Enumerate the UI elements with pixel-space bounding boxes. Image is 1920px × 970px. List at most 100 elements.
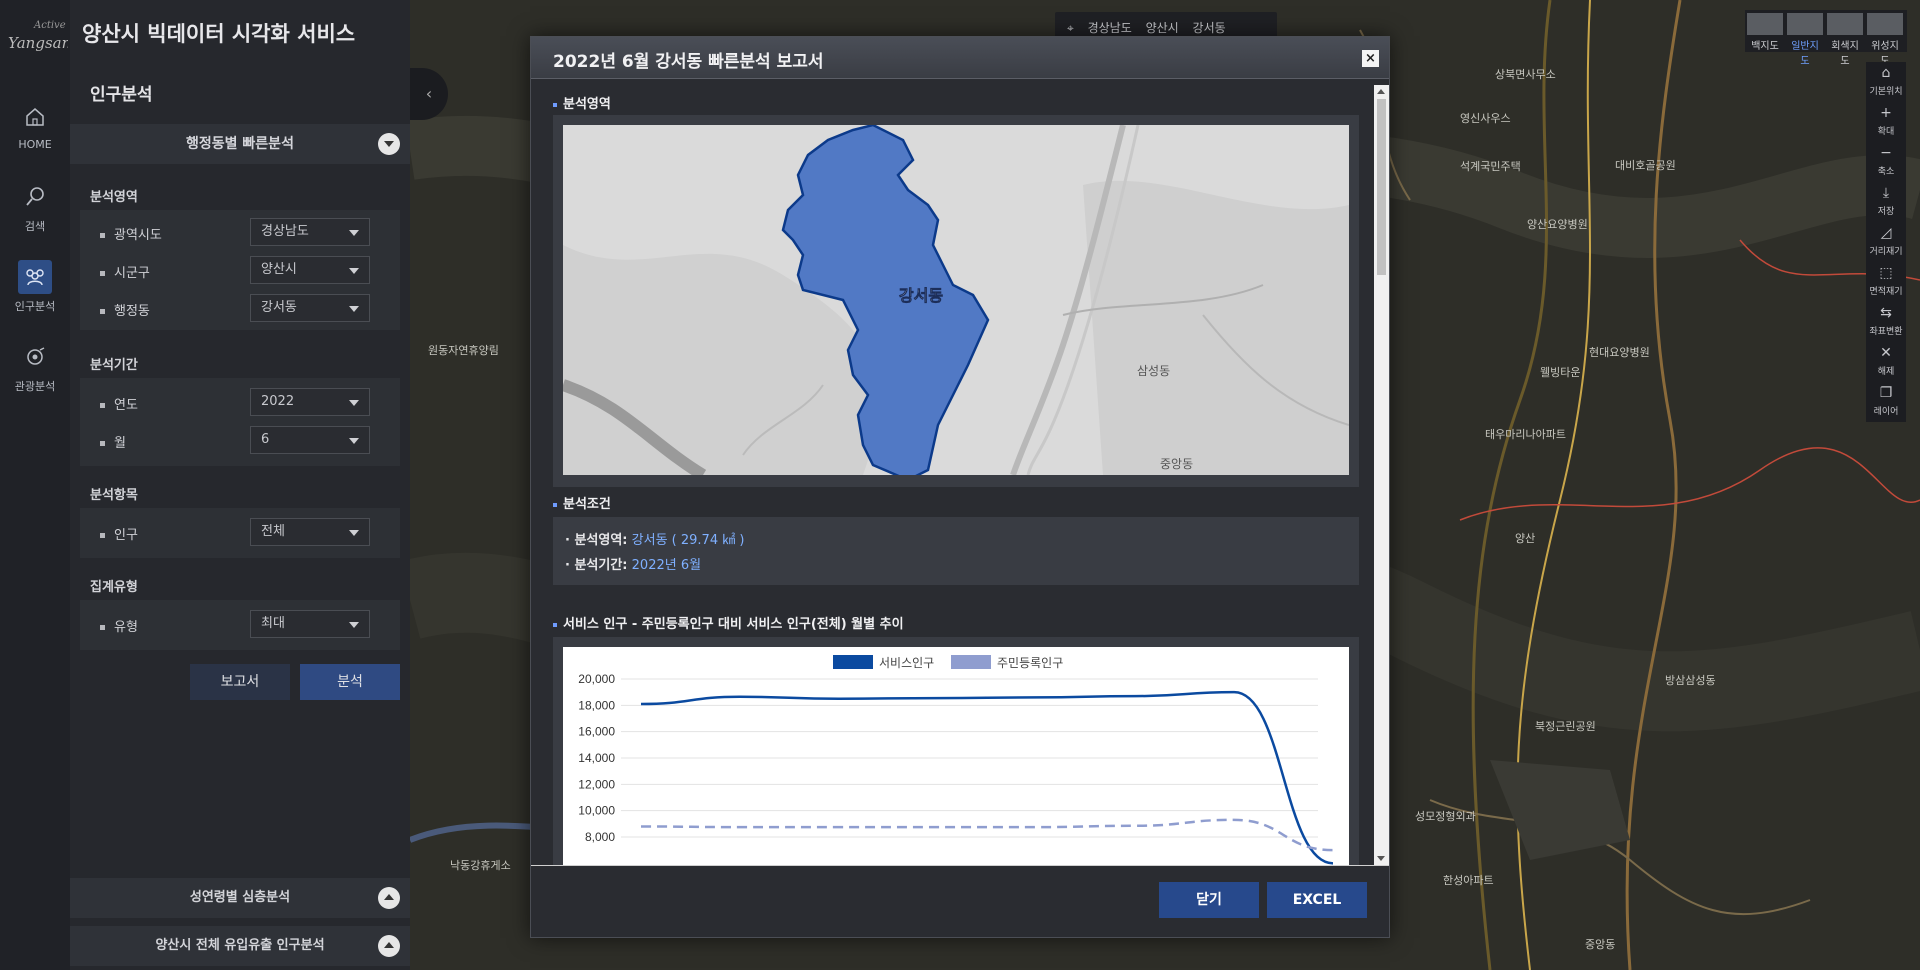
condition-key: · 분석기간: xyxy=(565,558,628,573)
sido-select[interactable]: 경상남도 xyxy=(250,218,370,246)
sigungu-select[interactable]: 양산시 xyxy=(250,256,370,284)
field-label: 시군구 xyxy=(100,262,150,281)
map-type-blank[interactable]: 백지도 xyxy=(1747,13,1783,52)
field-label: 행정동 xyxy=(100,300,150,319)
tool-zoom-in[interactable]: + 확대 xyxy=(1866,102,1906,142)
tool-label: 레이어 xyxy=(1873,407,1899,417)
series-line xyxy=(640,818,1334,852)
dong-select[interactable]: 강서동 xyxy=(250,294,370,322)
condition-key: · 분석영역: xyxy=(565,533,628,548)
legend-label: 주민등록인구 xyxy=(997,656,1063,670)
map-tools: ⌂ 기본위치 + 확대 − 축소 ⤓ 저장 ◿ 거리재기 ⬚ 면적재기 ⇆ 좌표변환 ✕ 해제 … xyxy=(1866,62,1906,422)
map-type-switcher: 백지도 일반지도 회색지도 위성지도 xyxy=(1745,10,1907,67)
field-sigungu: 시군구 양산시 xyxy=(90,256,400,286)
modal-body[interactable]: 분석영역 강서동 삼성동 중앙동 분석조건 · 분석영역: 강서동 (29.7… xyxy=(531,79,1389,865)
field-population: 인구 전체 xyxy=(90,518,400,548)
group-label-area: 분석영역 xyxy=(90,190,138,205)
home-icon xyxy=(18,100,52,134)
report-button[interactable]: 보고서 xyxy=(190,664,290,700)
accordion-quick-analysis[interactable]: 행정동별 빠른분석 xyxy=(70,124,410,164)
group-area: 광역시도 경상남도 시군구 양산시 행정동 강서동 xyxy=(80,210,400,330)
tool-label: 확대 xyxy=(1877,127,1895,137)
chevron-up-icon[interactable] xyxy=(378,887,400,909)
map-label: 태우마리나아파트 xyxy=(1485,428,1566,441)
map-type-gray[interactable]: 회색지도 xyxy=(1827,13,1863,67)
field-month: 월 6 xyxy=(90,426,400,456)
modal-header: 2022년 6월 강서동 빠른분석 보고서 × xyxy=(531,37,1389,79)
rail-item-population[interactable]: 인구분석 xyxy=(0,260,70,330)
modal-close-button[interactable]: × xyxy=(1362,50,1379,67)
region-dong[interactable]: 강서동 xyxy=(1193,21,1226,35)
excel-button[interactable]: EXCEL xyxy=(1267,882,1367,918)
map-label: 성모정형외과 xyxy=(1415,810,1476,823)
region-sido[interactable]: 경상남도 xyxy=(1088,21,1132,35)
area-map[interactable]: 강서동 삼성동 중앙동 xyxy=(563,125,1349,475)
section-conditions-title: 분석조건 xyxy=(553,493,611,512)
tool-coordinate[interactable]: ⇆ 좌표변환 xyxy=(1866,302,1906,342)
group-label-type: 집계유형 xyxy=(90,580,138,595)
chevron-down-icon[interactable] xyxy=(378,133,400,155)
map-label: 상북면사무소 xyxy=(1495,68,1556,81)
analyze-button[interactable]: 분석 xyxy=(300,664,400,700)
type-select[interactable]: 최대 xyxy=(250,610,370,638)
region-sigungu[interactable]: 양산시 xyxy=(1146,21,1179,35)
tool-area[interactable]: ⬚ 면적재기 xyxy=(1866,262,1906,302)
yangsan-logo: Yangsan Active xyxy=(8,20,71,52)
map-label: 대비호골공원 xyxy=(1615,159,1676,172)
modal-scrollbar[interactable] xyxy=(1374,85,1389,865)
legend-swatch xyxy=(951,655,991,669)
tool-clear[interactable]: ✕ 해제 xyxy=(1866,342,1906,382)
ruler-icon: ◿ xyxy=(1880,225,1892,241)
rail-item-tourism[interactable]: 관광분석 xyxy=(0,340,70,410)
tool-save[interactable]: ⤓ 저장 xyxy=(1866,182,1906,222)
tool-label: 해제 xyxy=(1877,367,1895,377)
tool-zoom-out[interactable]: − 축소 xyxy=(1866,142,1906,182)
tool-home[interactable]: ⌂ 기본위치 xyxy=(1866,62,1906,102)
population-select[interactable]: 전체 xyxy=(250,518,370,546)
modal-footer: 닫기 EXCEL xyxy=(531,865,1389,937)
modal-title: 2022년 6월 강서동 빠른분석 보고서 xyxy=(553,52,824,72)
download-icon: ⤓ xyxy=(1882,185,1890,201)
field-label: 연도 xyxy=(100,394,138,413)
group-label-period: 분석기간 xyxy=(90,358,138,373)
chevron-up-icon[interactable] xyxy=(378,935,400,957)
area-map-box: 강서동 삼성동 중앙동 xyxy=(553,115,1359,487)
field-year: 연도 2022 xyxy=(90,388,400,418)
tool-distance[interactable]: ◿ 거리재기 xyxy=(1866,222,1906,262)
field-label: 광역시도 xyxy=(100,224,162,243)
trend-chart-svg: 8,000 10,000 12,000 14,000 16,000 18,000 20,00… xyxy=(578,655,1334,865)
y-tick-label: 20,000 xyxy=(578,672,615,686)
rail-item-home[interactable]: HOME xyxy=(0,100,70,170)
map-label: 북정근린공원 xyxy=(1535,720,1596,733)
group-label-item: 분석항목 xyxy=(90,488,138,503)
y-tick-label: 10,000 xyxy=(578,804,615,818)
svg-text:Active: Active xyxy=(33,20,66,31)
group-period: 연도 2022 월 6 xyxy=(80,378,400,466)
tool-layers[interactable]: ❐ 레이어 xyxy=(1866,382,1906,422)
rail-label: 관광분석 xyxy=(14,380,56,393)
scroll-up-icon[interactable] xyxy=(1377,89,1385,94)
tool-label: 거리재기 xyxy=(1869,247,1903,257)
map-south-label: 중앙동 xyxy=(1160,457,1193,471)
tool-label: 기본위치 xyxy=(1869,87,1903,97)
analysis-panel: 양산시 빅데이터 시각화 서비스 인구분석 ‹ 행정동별 빠른분석 분석영역 광… xyxy=(70,0,448,970)
map-label: 양산요양병원 xyxy=(1527,218,1588,231)
rail-label: 인구분석 xyxy=(14,300,56,313)
map-type-normal[interactable]: 일반지도 xyxy=(1787,13,1823,67)
year-select[interactable]: 2022 xyxy=(250,388,370,416)
y-tick-label: 12,000 xyxy=(578,777,615,791)
map-type-satellite[interactable]: 위성지도 xyxy=(1867,13,1903,67)
accordion-inflow-analysis[interactable]: 양산시 전체 유입유출 인구분석 xyxy=(70,926,410,966)
accordion-age-analysis[interactable]: 성연령별 심층분석 xyxy=(70,878,410,918)
map-label: 방삼삼성동 xyxy=(1665,674,1716,687)
condition-value: 강서동 ( 29.74 ㎢ ) xyxy=(631,533,745,548)
icon-rail: Yangsan Active HOME 검색 인구분석 관광분석 xyxy=(0,0,71,970)
scroll-thumb[interactable] xyxy=(1377,99,1386,275)
rail-item-search[interactable]: 검색 xyxy=(0,180,70,250)
close-button[interactable]: 닫기 xyxy=(1159,882,1259,918)
scroll-down-icon[interactable] xyxy=(1377,856,1385,861)
y-tick-label: 16,000 xyxy=(578,725,615,739)
month-select[interactable]: 6 xyxy=(250,426,370,454)
map-label: 중앙동 xyxy=(1585,938,1616,951)
map-thumbnail xyxy=(1747,13,1783,35)
